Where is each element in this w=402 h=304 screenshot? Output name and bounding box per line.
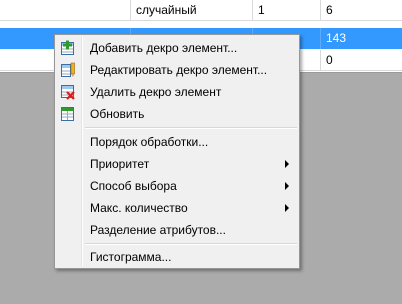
menu-item-histogram[interactable]: Гистограмма... xyxy=(57,246,297,268)
menu-item-label: Способ выбора xyxy=(90,179,177,193)
menu-item-label: Гистограмма... xyxy=(90,250,172,264)
table-cell[interactable]: 1 xyxy=(253,0,321,21)
menu-item-label: Макс. количество xyxy=(90,201,188,215)
menu-item-label: Приоритет xyxy=(90,157,150,171)
menu-item-label: Порядок обработки... xyxy=(90,135,209,149)
table-cell[interactable]: случайный xyxy=(131,0,253,21)
menu-item-selection-method[interactable]: Способ выбора xyxy=(57,175,297,197)
menu-item-priority[interactable]: Приоритет xyxy=(57,153,297,175)
delete-element-icon xyxy=(61,85,75,100)
edit-element-icon xyxy=(61,62,75,77)
table-cell[interactable]: 0 xyxy=(321,50,402,71)
refresh-icon xyxy=(61,107,74,121)
table-cell[interactable] xyxy=(0,0,131,21)
menu-separator xyxy=(85,243,297,245)
table-cell[interactable]: 143 xyxy=(321,28,402,49)
context-menu: Добавить декро элемент... Редактировать … xyxy=(54,34,300,269)
menu-item-processing-order[interactable]: Порядок обработки... xyxy=(57,131,297,153)
submenu-arrow-icon xyxy=(285,182,289,190)
menu-item-label: Обновить xyxy=(90,107,145,121)
menu-item-label: Разделение атрибутов... xyxy=(90,223,226,237)
menu-item-label: Добавить декро элемент... xyxy=(90,41,238,55)
add-element-icon xyxy=(61,40,74,55)
menu-item-label: Редактировать декро элемент... xyxy=(90,63,268,77)
menu-item-label: Удалить декро элемент xyxy=(90,85,222,99)
menu-item-attribute-split[interactable]: Разделение атрибутов... xyxy=(57,219,297,241)
menu-item-max-count[interactable]: Макс. количество xyxy=(57,197,297,219)
menu-separator xyxy=(85,127,297,129)
menu-item-refresh[interactable]: Обновить xyxy=(57,103,297,125)
menu-item-add[interactable]: Добавить декро элемент... xyxy=(57,37,297,59)
submenu-arrow-icon xyxy=(285,160,289,168)
menu-item-delete[interactable]: Удалить декро элемент xyxy=(57,81,297,103)
table-row[interactable]: случайный 1 6 xyxy=(0,0,402,21)
menu-item-edit[interactable]: Редактировать декро элемент... xyxy=(57,59,297,81)
table-cell[interactable]: 6 xyxy=(321,0,402,21)
submenu-arrow-icon xyxy=(285,204,289,212)
